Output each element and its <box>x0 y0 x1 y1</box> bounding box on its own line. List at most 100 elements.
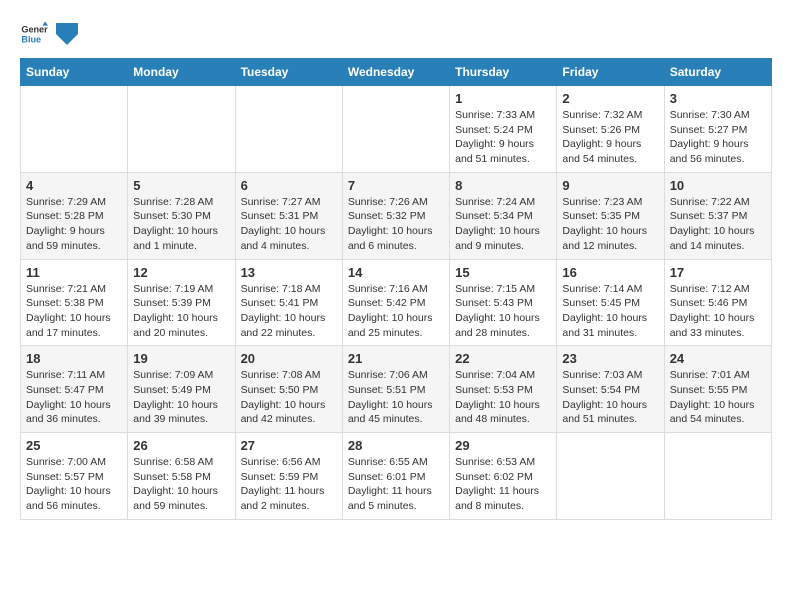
day-number: 13 <box>241 265 337 280</box>
calendar-cell: 18 Sunrise: 7:11 AM Sunset: 5:47 PM Dayli… <box>21 346 128 433</box>
calendar-cell <box>664 433 771 520</box>
day-info: Sunrise: 7:08 AM Sunset: 5:50 PM Dayligh… <box>241 368 337 427</box>
day-number: 24 <box>670 351 766 366</box>
day-info: Sunrise: 7:16 AM Sunset: 5:42 PM Dayligh… <box>348 282 444 341</box>
day-info: Sunrise: 7:29 AM Sunset: 5:28 PM Dayligh… <box>26 195 122 254</box>
calendar-cell: 7 Sunrise: 7:26 AM Sunset: 5:32 PM Daylig… <box>342 172 449 259</box>
day-number: 11 <box>26 265 122 280</box>
header-monday: Monday <box>128 59 235 86</box>
calendar-cell: 10Sunrise: 7:22 AM Sunset: 5:37 PM Dayli… <box>664 172 771 259</box>
calendar-cell: 22 Sunrise: 7:04 AM Sunset: 5:53 PM Dayli… <box>450 346 557 433</box>
day-number: 3 <box>670 91 766 106</box>
calendar-cell: 12Sunrise: 7:19 AM Sunset: 5:39 PM Dayli… <box>128 259 235 346</box>
calendar-cell: 4 Sunrise: 7:29 AM Sunset: 5:28 PM Daylig… <box>21 172 128 259</box>
day-info: Sunrise: 7:21 AM Sunset: 5:38 PM Dayligh… <box>26 282 122 341</box>
day-number: 27 <box>241 438 337 453</box>
calendar-cell: 21 Sunrise: 7:06 AM Sunset: 5:51 PM Dayli… <box>342 346 449 433</box>
day-info: Sunrise: 7:19 AM Sunset: 5:39 PM Dayligh… <box>133 282 229 341</box>
calendar-cell: 15Sunrise: 7:15 AM Sunset: 5:43 PM Dayli… <box>450 259 557 346</box>
day-info: Sunrise: 6:58 AM Sunset: 5:58 PM Dayligh… <box>133 455 229 514</box>
day-info: Sunrise: 7:01 AM Sunset: 5:55 PM Dayligh… <box>670 368 766 427</box>
header-friday: Friday <box>557 59 664 86</box>
calendar-week-row: 1 Sunrise: 7:33 AM Sunset: 5:24 PM Daylig… <box>21 86 772 173</box>
calendar-cell: 27 Sunrise: 6:56 AM Sunset: 5:59 PM Dayli… <box>235 433 342 520</box>
calendar-cell <box>235 86 342 173</box>
day-info: Sunrise: 7:32 AM Sunset: 5:26 PM Dayligh… <box>562 108 658 167</box>
day-info: Sunrise: 7:27 AM Sunset: 5:31 PM Dayligh… <box>241 195 337 254</box>
svg-text:General: General <box>21 25 48 35</box>
header-saturday: Saturday <box>664 59 771 86</box>
calendar-cell: 16Sunrise: 7:14 AM Sunset: 5:45 PM Dayli… <box>557 259 664 346</box>
calendar-cell: 29Sunrise: 6:53 AM Sunset: 6:02 PM Dayli… <box>450 433 557 520</box>
day-number: 19 <box>133 351 229 366</box>
calendar-cell: 28 Sunrise: 6:55 AM Sunset: 6:01 PM Dayli… <box>342 433 449 520</box>
logo: General Blue <box>20 20 78 48</box>
calendar-cell: 25 Sunrise: 7:00 AM Sunset: 5:57 PM Dayli… <box>21 433 128 520</box>
header-wednesday: Wednesday <box>342 59 449 86</box>
day-info: Sunrise: 7:04 AM Sunset: 5:53 PM Dayligh… <box>455 368 551 427</box>
calendar-week-row: 25 Sunrise: 7:00 AM Sunset: 5:57 PM Dayli… <box>21 433 772 520</box>
svg-text:Blue: Blue <box>21 34 41 44</box>
day-info: Sunrise: 6:56 AM Sunset: 5:59 PM Dayligh… <box>241 455 337 514</box>
day-info: Sunrise: 6:55 AM Sunset: 6:01 PM Dayligh… <box>348 455 444 514</box>
day-info: Sunrise: 7:06 AM Sunset: 5:51 PM Dayligh… <box>348 368 444 427</box>
day-number: 29 <box>455 438 551 453</box>
day-number: 1 <box>455 91 551 106</box>
calendar-cell: 2 Sunrise: 7:32 AM Sunset: 5:26 PM Daylig… <box>557 86 664 173</box>
day-number: 14 <box>348 265 444 280</box>
day-number: 25 <box>26 438 122 453</box>
calendar-header-row: SundayMondayTuesdayWednesdayThursdayFrid… <box>21 59 772 86</box>
calendar-week-row: 11 Sunrise: 7:21 AM Sunset: 5:38 PM Dayli… <box>21 259 772 346</box>
calendar-cell: 26 Sunrise: 6:58 AM Sunset: 5:58 PM Dayli… <box>128 433 235 520</box>
day-number: 8 <box>455 178 551 193</box>
calendar-cell: 14 Sunrise: 7:16 AM Sunset: 5:42 PM Dayli… <box>342 259 449 346</box>
day-info: Sunrise: 7:00 AM Sunset: 5:57 PM Dayligh… <box>26 455 122 514</box>
calendar-cell: 1 Sunrise: 7:33 AM Sunset: 5:24 PM Daylig… <box>450 86 557 173</box>
day-number: 21 <box>348 351 444 366</box>
day-info: Sunrise: 7:24 AM Sunset: 5:34 PM Dayligh… <box>455 195 551 254</box>
day-number: 15 <box>455 265 551 280</box>
day-info: Sunrise: 7:26 AM Sunset: 5:32 PM Dayligh… <box>348 195 444 254</box>
calendar-cell: 5Sunrise: 7:28 AM Sunset: 5:30 PM Daylig… <box>128 172 235 259</box>
day-number: 9 <box>562 178 658 193</box>
calendar-cell: 6 Sunrise: 7:27 AM Sunset: 5:31 PM Daylig… <box>235 172 342 259</box>
calendar-cell: 19 Sunrise: 7:09 AM Sunset: 5:49 PM Dayli… <box>128 346 235 433</box>
day-info: Sunrise: 7:28 AM Sunset: 5:30 PM Dayligh… <box>133 195 229 254</box>
calendar-cell: 20 Sunrise: 7:08 AM Sunset: 5:50 PM Dayli… <box>235 346 342 433</box>
calendar-cell: 8 Sunrise: 7:24 AM Sunset: 5:34 PM Daylig… <box>450 172 557 259</box>
day-number: 26 <box>133 438 229 453</box>
calendar-cell: 23Sunrise: 7:03 AM Sunset: 5:54 PM Dayli… <box>557 346 664 433</box>
calendar-cell: 9 Sunrise: 7:23 AM Sunset: 5:35 PM Daylig… <box>557 172 664 259</box>
calendar-week-row: 18 Sunrise: 7:11 AM Sunset: 5:47 PM Dayli… <box>21 346 772 433</box>
calendar-cell <box>557 433 664 520</box>
day-info: Sunrise: 7:23 AM Sunset: 5:35 PM Dayligh… <box>562 195 658 254</box>
calendar-week-row: 4 Sunrise: 7:29 AM Sunset: 5:28 PM Daylig… <box>21 172 772 259</box>
day-info: Sunrise: 7:30 AM Sunset: 5:27 PM Dayligh… <box>670 108 766 167</box>
day-number: 22 <box>455 351 551 366</box>
day-number: 4 <box>26 178 122 193</box>
calendar-cell: 17 Sunrise: 7:12 AM Sunset: 5:46 PM Dayli… <box>664 259 771 346</box>
day-info: Sunrise: 7:18 AM Sunset: 5:41 PM Dayligh… <box>241 282 337 341</box>
calendar-cell: 11 Sunrise: 7:21 AM Sunset: 5:38 PM Dayli… <box>21 259 128 346</box>
day-number: 18 <box>26 351 122 366</box>
day-number: 20 <box>241 351 337 366</box>
calendar-cell <box>128 86 235 173</box>
day-info: Sunrise: 7:09 AM Sunset: 5:49 PM Dayligh… <box>133 368 229 427</box>
calendar-table: SundayMondayTuesdayWednesdayThursdayFrid… <box>20 58 772 520</box>
logo-arrow-icon <box>56 23 78 45</box>
calendar-cell: 13 Sunrise: 7:18 AM Sunset: 5:41 PM Dayli… <box>235 259 342 346</box>
header-thursday: Thursday <box>450 59 557 86</box>
day-number: 7 <box>348 178 444 193</box>
day-number: 2 <box>562 91 658 106</box>
day-info: Sunrise: 7:33 AM Sunset: 5:24 PM Dayligh… <box>455 108 551 167</box>
day-number: 6 <box>241 178 337 193</box>
calendar-cell <box>342 86 449 173</box>
day-number: 10 <box>670 178 766 193</box>
logo-icon: General Blue <box>20 20 48 48</box>
day-info: Sunrise: 7:11 AM Sunset: 5:47 PM Dayligh… <box>26 368 122 427</box>
day-number: 17 <box>670 265 766 280</box>
day-info: Sunrise: 7:14 AM Sunset: 5:45 PM Dayligh… <box>562 282 658 341</box>
calendar-cell: 3 Sunrise: 7:30 AM Sunset: 5:27 PM Daylig… <box>664 86 771 173</box>
day-number: 28 <box>348 438 444 453</box>
day-info: Sunrise: 7:12 AM Sunset: 5:46 PM Dayligh… <box>670 282 766 341</box>
